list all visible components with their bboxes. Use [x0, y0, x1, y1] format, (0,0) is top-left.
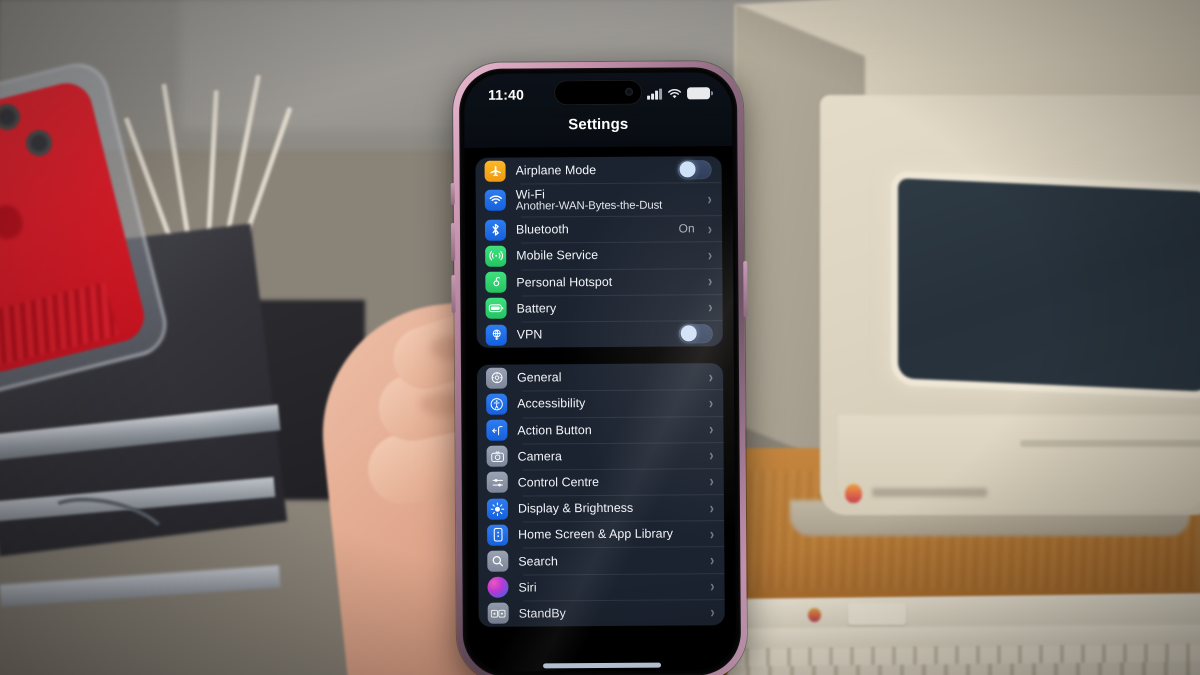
battery-full-icon [687, 87, 711, 100]
volume-down-button[interactable] [451, 275, 456, 314]
chevron-right-icon: › [708, 297, 713, 317]
power-button[interactable] [743, 260, 748, 317]
settings-group-system: General › Accessibility › Action Button … [476, 363, 725, 627]
sidebar-item-display-brightness[interactable]: Display & Brightness › [478, 494, 724, 522]
chevron-right-icon: › [710, 602, 715, 622]
airplane-icon [484, 160, 506, 182]
wifi-icon [668, 88, 682, 98]
chevron-right-icon: › [707, 219, 713, 238]
sidebar-item-general[interactable]: General › [477, 363, 723, 391]
reed-diffuser-sticks [123, 60, 293, 241]
wifi-icon [484, 189, 506, 211]
iphone-device: 11:40 Settings Airplane Mode Wi-Fi Anoth… [450, 60, 748, 675]
chevron-right-icon: › [708, 419, 714, 439]
sidebar-item-action-button[interactable]: Action Button › [477, 416, 723, 444]
control-centre-icon [486, 472, 508, 494]
chevron-right-icon: › [709, 445, 714, 465]
status-bar: 11:40 [463, 72, 733, 116]
sidebar-item-camera[interactable]: Camera › [477, 442, 723, 470]
chevron-right-icon: › [709, 471, 714, 491]
bluetooth-status-value: On [678, 221, 695, 236]
sidebar-item-label: VPN [516, 327, 543, 342]
phone-screen: 11:40 Settings Airplane Mode Wi-Fi Anoth… [463, 72, 737, 672]
chevron-right-icon: › [710, 576, 715, 596]
action-button-icon [486, 419, 508, 441]
bluetooth-icon [484, 219, 507, 241]
sidebar-item-label: Home Screen & App Library [518, 526, 674, 542]
sidebar-item-bluetooth[interactable]: Bluetooth On › [476, 215, 722, 243]
cellular-bars-icon [647, 88, 663, 100]
siri-icon [487, 576, 509, 599]
sidebar-item-label: Wi-Fi Another-WAN-Bytes-the-Dust [516, 187, 698, 213]
macintosh-screen [898, 178, 1200, 392]
chevron-right-icon: › [707, 189, 712, 209]
floppy-drive-slot [1020, 440, 1200, 447]
sidebar-item-label: General [516, 370, 562, 385]
sidebar-item-label: Accessibility [517, 396, 586, 411]
sidebar-item-label: Airplane Mode [515, 163, 597, 178]
apple-rainbow-logo-icon [845, 484, 862, 503]
airplane-mode-toggle[interactable] [677, 159, 712, 180]
accessibility-icon [486, 393, 508, 415]
standby-icon [487, 603, 509, 625]
chevron-right-icon: › [708, 393, 714, 413]
sidebar-item-label: StandBy [518, 606, 566, 621]
gear-icon [485, 367, 508, 389]
sidebar-item-label: Search [518, 553, 558, 569]
action-button[interactable] [450, 183, 455, 206]
sidebar-item-siri[interactable]: Siri › [478, 573, 724, 601]
keyboard-apple-logo-icon [808, 608, 821, 622]
sidebar-item-label: Mobile Service [516, 248, 599, 264]
battery-icon [485, 297, 507, 320]
dynamic-island[interactable] [553, 79, 643, 106]
home-indicator[interactable] [543, 662, 662, 669]
chevron-right-icon: › [707, 271, 713, 291]
home-screen-icon [487, 524, 509, 546]
status-icons [647, 87, 711, 100]
wifi-network-name: Another-WAN-Bytes-the-Dust [515, 199, 663, 213]
sidebar-item-label: Control Centre [517, 474, 600, 490]
sidebar-item-search[interactable]: Search › [478, 547, 724, 575]
sidebar-item-airplane-mode[interactable]: Airplane Mode [476, 156, 722, 184]
search-icon [487, 550, 509, 572]
sidebar-item-control-centre[interactable]: Control Centre › [478, 468, 724, 496]
macintosh-wordmark [872, 488, 987, 497]
page-title: Settings [464, 114, 733, 148]
chevron-right-icon: › [708, 367, 714, 386]
sidebar-item-standby[interactable]: StandBy › [479, 599, 725, 627]
phone-bezel: 11:40 Settings Airplane Mode Wi-Fi Anoth… [458, 67, 742, 675]
brightness-icon [486, 498, 509, 520]
chevron-right-icon: › [707, 245, 713, 265]
sidebar-item-vpn[interactable]: VPN [477, 320, 723, 348]
chevron-right-icon: › [709, 524, 715, 543]
sidebar-item-label: Action Button [517, 422, 592, 438]
vpn-toggle[interactable] [678, 323, 713, 343]
settings-list[interactable]: Airplane Mode Wi-Fi Another-WAN-Bytes-th… [464, 146, 737, 672]
vpn-globe-icon [485, 324, 507, 346]
sidebar-item-home-screen[interactable]: Home Screen & App Library › [478, 520, 724, 548]
sidebar-item-battery[interactable]: Battery › [476, 294, 722, 322]
cellular-icon [485, 245, 507, 267]
sidebar-item-personal-hotspot[interactable]: Personal Hotspot › [476, 268, 722, 296]
camera-icon [486, 445, 508, 468]
sidebar-item-label: Camera [517, 449, 563, 464]
hotspot-icon [485, 271, 507, 293]
sidebar-item-accessibility[interactable]: Accessibility › [477, 389, 723, 417]
chevron-right-icon: › [709, 550, 715, 570]
sidebar-item-label: Bluetooth [515, 222, 569, 237]
sidebar-item-label: Personal Hotspot [516, 274, 613, 290]
sidebar-item-label: Siri [518, 580, 537, 595]
sidebar-item-label: Battery [516, 301, 557, 316]
sidebar-item-wifi[interactable]: Wi-Fi Another-WAN-Bytes-the-Dust › [476, 182, 722, 217]
status-clock: 11:40 [488, 86, 525, 103]
case-metal-rail [0, 565, 281, 607]
volume-up-button[interactable] [450, 223, 456, 262]
keyboard-key [848, 603, 906, 625]
chevron-right-icon: › [709, 497, 715, 517]
sidebar-item-mobile-service[interactable]: Mobile Service › [476, 242, 722, 270]
settings-group-connectivity: Airplane Mode Wi-Fi Another-WAN-Bytes-th… [475, 156, 723, 348]
sidebar-item-label: Display & Brightness [517, 500, 634, 516]
